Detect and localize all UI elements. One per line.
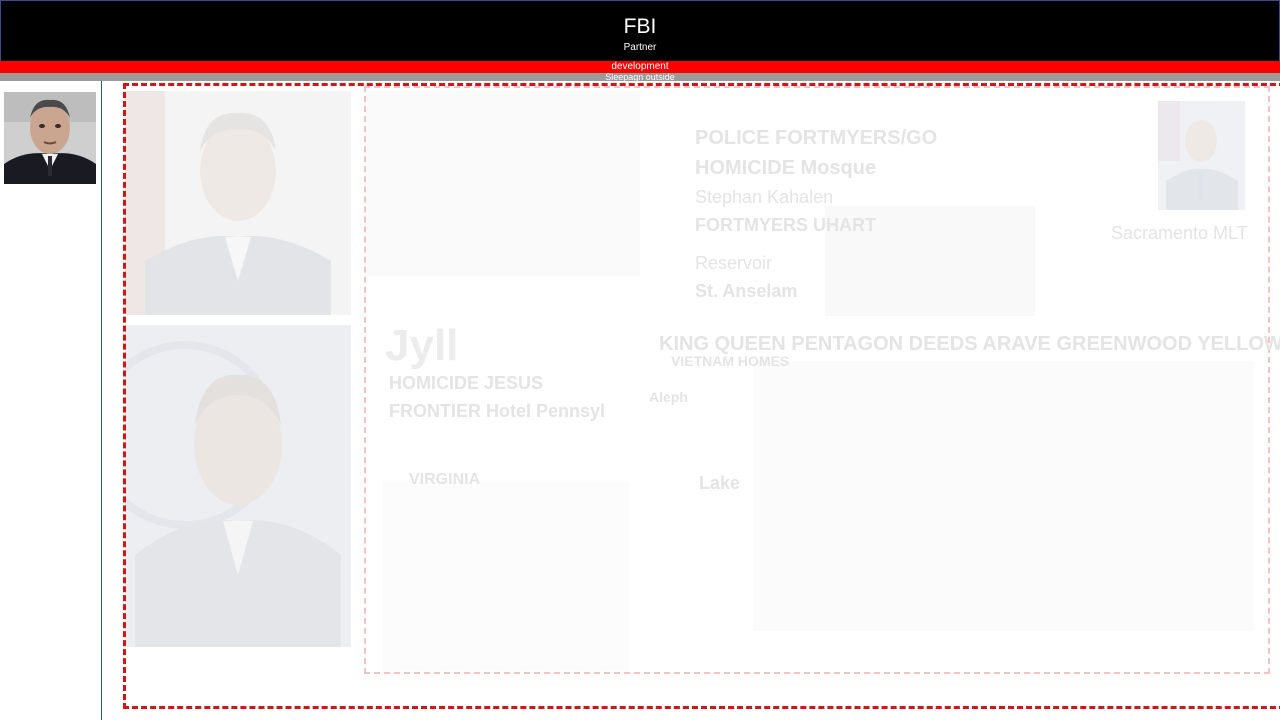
ghost-text-13: VIRGINIA xyxy=(409,471,481,488)
app-header: FBI Partner xyxy=(0,0,1280,61)
ghost-text-5: Reservoir xyxy=(695,253,773,273)
ghost-text-7: Jyll xyxy=(385,321,459,370)
ghost-text-12: Aleph xyxy=(649,389,688,405)
ghost-text-9: FRONTIER Hotel Pennsyl xyxy=(389,401,606,421)
ghost-text-11: VIETNAM HOMES xyxy=(671,353,790,369)
ghost-text-15: Sacramento MLT xyxy=(1111,223,1248,243)
ghost-text-14: Lake xyxy=(699,473,741,493)
secondary-bar: Sleepagn outside xyxy=(0,73,1280,82)
portrait-thumbnail-image xyxy=(4,92,96,184)
ghost-text-3: Stephan Kahalen xyxy=(695,187,834,207)
ghost-text-8: HOMICIDE JESUS xyxy=(389,373,544,393)
slide-thumbnail[interactable] xyxy=(4,92,96,184)
header-subtitle: Partner xyxy=(623,42,657,53)
slide-sidebar[interactable] xyxy=(0,81,102,720)
ghost-text-1: POLICE FORTMYERS/GO xyxy=(695,127,938,149)
ghost-text-2: HOMICIDE Mosque xyxy=(695,157,877,179)
development-label: development xyxy=(611,61,669,72)
ghost-text-4: FORTMYERS UHART xyxy=(695,215,876,235)
slide-canvas[interactable]: POLICE FORTMYERS/GO HOMICIDE Mosque Step… xyxy=(103,81,1280,720)
header-title: FBI xyxy=(623,15,657,38)
ghost-text-6: St. Anselam xyxy=(695,281,798,301)
